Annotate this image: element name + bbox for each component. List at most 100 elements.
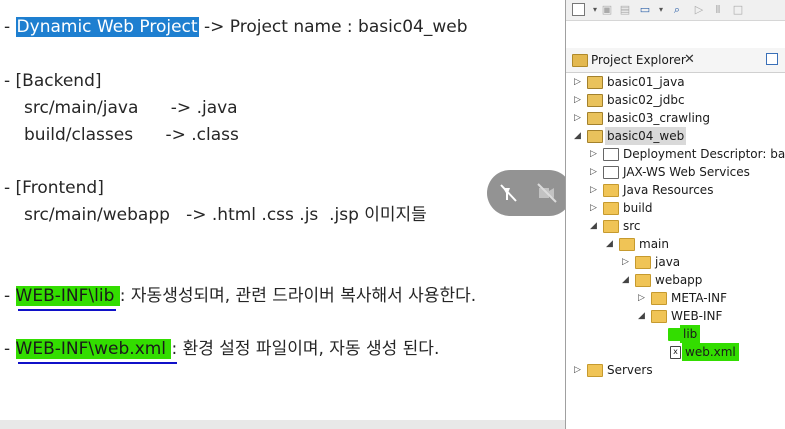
chevron-right-icon[interactable]: ▷: [574, 361, 584, 379]
java-resources-icon: [603, 184, 619, 197]
project-explorer-tab[interactable]: Project Explorer ✕: [566, 48, 785, 73]
folder-icon: [651, 292, 667, 305]
chevron-right-icon[interactable]: ▷: [574, 109, 584, 127]
tree-item-label: build: [623, 201, 653, 215]
dropdown-arrow-icon[interactable]: ▾: [654, 3, 668, 17]
project-explorer-icon: [572, 54, 588, 67]
backend-header: - [Backend]: [4, 71, 102, 91]
chevron-right-icon[interactable]: ▷: [638, 289, 648, 307]
save-icon[interactable]: ▣: [600, 3, 614, 17]
chevron-down-icon[interactable]: ◢: [622, 271, 632, 289]
tree-item-label: web.xml: [682, 343, 739, 361]
tree-item-basic04[interactable]: ◢ basic04_web: [574, 127, 774, 145]
folder-icon: [587, 364, 603, 377]
project-icon: [587, 112, 603, 125]
tree-item-label: META-INF: [671, 291, 728, 305]
deployment-descriptor-icon: [603, 148, 619, 161]
tree-item-label: basic01_java: [607, 75, 685, 89]
chevron-right-icon[interactable]: ▷: [590, 199, 600, 217]
xml-file-icon: x: [670, 346, 681, 359]
tree-item-label: Deployment Descriptor: basic0: [623, 147, 785, 161]
frontend-webapp-line: src/main/webapp -> .html .css .js .jsp 이…: [24, 205, 427, 225]
tree-item-label: webapp: [655, 273, 703, 287]
project-name-text: -> Project name : basic04_web: [198, 17, 468, 37]
tree-item-label: Servers: [607, 363, 653, 377]
web-xml-highlight: WEB-INF\web.xml: [15, 339, 172, 359]
backend-class-line: build/classes -> .class: [24, 125, 239, 145]
camera-off-icon[interactable]: [497, 182, 521, 204]
project-icon: [587, 94, 603, 107]
dynamic-web-project-line: - Dynamic Web Project -> Project name : …: [4, 17, 468, 37]
close-icon[interactable]: ✕: [684, 52, 695, 67]
web-inf-lib-highlight: WEB-INF\lib: [15, 286, 120, 306]
folder-icon: [619, 238, 635, 251]
tree-item-label: basic03_crawling: [607, 111, 711, 125]
terminate-icon[interactable]: □: [731, 3, 745, 17]
folder-icon: [635, 256, 651, 269]
bullet: -: [4, 339, 16, 359]
project-explorer-title: Project Explorer: [591, 53, 686, 67]
project-icon: [587, 76, 603, 89]
tree-item-label: Java Resources: [623, 183, 714, 197]
save-all-icon[interactable]: ▤: [618, 3, 632, 17]
tree-item-basic02[interactable]: ▷ basic02_jdbc: [574, 91, 774, 109]
chevron-down-icon[interactable]: ◢: [606, 235, 616, 253]
tree-item-meta-inf[interactable]: ▷ META-INF: [638, 289, 778, 307]
eclipse-panel: ▾ ▣ ▤ ▭ ▾ ⌕ ▷ Ⅱ □ Project Explorer ✕ ▷ b…: [565, 0, 785, 429]
console-icon[interactable]: ▭: [638, 3, 652, 17]
web-inf-lib-line: - WEB-INF\lib : 자동생성되며, 관련 드라이버 복사해서 사용한…: [4, 285, 476, 307]
tree-item-deployment-descriptor[interactable]: ▷ Deployment Descriptor: basic0: [590, 145, 785, 163]
bullet: -: [4, 286, 16, 306]
chevron-right-icon[interactable]: ▷: [590, 181, 600, 199]
chevron-down-icon[interactable]: ◢: [590, 217, 600, 235]
tree-item-label: java: [655, 255, 681, 269]
web-services-icon: [603, 166, 619, 179]
folder-icon: [635, 274, 651, 287]
tree-item-build[interactable]: ▷ build: [590, 199, 780, 217]
tree-item-web-inf[interactable]: ◢ WEB-INF: [638, 307, 778, 325]
folder-icon: [603, 220, 619, 233]
suspend-icon[interactable]: Ⅱ: [711, 3, 725, 17]
chevron-right-icon[interactable]: ▷: [622, 253, 632, 271]
tree-item-label: lib: [680, 325, 701, 343]
chevron-down-icon[interactable]: ◢: [638, 307, 648, 325]
tree-item-main[interactable]: ◢ main: [606, 235, 776, 253]
web-xml-description: : 환경 설정 파일이며, 자동 생성 된다.: [171, 339, 440, 359]
tree-item-label: basic04_web: [605, 127, 687, 145]
tree-item-src[interactable]: ◢ src: [590, 217, 780, 235]
chevron-right-icon[interactable]: ▷: [590, 163, 600, 181]
selected-text[interactable]: Dynamic Web Project: [15, 17, 199, 37]
project-icon: [587, 130, 603, 143]
folder-icon: [651, 310, 667, 323]
tree-item-basic01[interactable]: ▷ basic01_java: [574, 73, 774, 91]
video-controls-pill[interactable]: [487, 170, 572, 216]
web-xml-line: - WEB-INF\web.xml : 환경 설정 파일이며, 자동 생성 된다…: [4, 338, 439, 360]
chevron-right-icon[interactable]: ▷: [590, 145, 600, 163]
new-icon[interactable]: [572, 3, 585, 16]
tree-item-webapp[interactable]: ◢ webapp: [622, 271, 772, 289]
tree-item-basic03[interactable]: ▷ basic03_crawling: [574, 109, 774, 127]
presentation-slide: - Dynamic Web Project -> Project name : …: [0, 0, 565, 420]
resume-icon[interactable]: ▷: [692, 3, 706, 17]
tree-item-lib[interactable]: lib: [666, 325, 726, 343]
chevron-right-icon[interactable]: ▷: [574, 91, 584, 109]
minimize-icon[interactable]: [766, 53, 778, 65]
tree-item-label: JAX-WS Web Services: [623, 165, 750, 179]
eclipse-toolbar: ▾ ▣ ▤ ▭ ▾ ⌕ ▷ Ⅱ □: [566, 0, 785, 21]
mic-off-icon[interactable]: [535, 182, 559, 204]
tree-item-label: main: [639, 237, 669, 251]
tree-item-servers[interactable]: ▷ Servers: [574, 361, 774, 379]
tree-item-java[interactable]: ▷ java: [622, 253, 772, 271]
frontend-header: - [Frontend]: [4, 178, 104, 198]
backend-java-line: src/main/java -> .java: [24, 98, 238, 118]
tree-item-java-resources[interactable]: ▷ Java Resources: [590, 181, 780, 199]
chevron-right-icon[interactable]: ▷: [574, 73, 584, 91]
tree-item-jaxws[interactable]: ▷ JAX-WS Web Services: [590, 163, 780, 181]
slide-scroll-area: [0, 420, 565, 429]
web-inf-lib-description: : 자동생성되며, 관련 드라이버 복사해서 사용한다.: [119, 286, 477, 306]
tree-item-label: WEB-INF: [671, 309, 723, 323]
search-icon[interactable]: ⌕: [670, 3, 684, 17]
tree-item-web-xml[interactable]: x web.xml: [668, 343, 748, 361]
tree-item-label: src: [623, 219, 641, 233]
chevron-down-icon[interactable]: ◢: [574, 127, 584, 145]
